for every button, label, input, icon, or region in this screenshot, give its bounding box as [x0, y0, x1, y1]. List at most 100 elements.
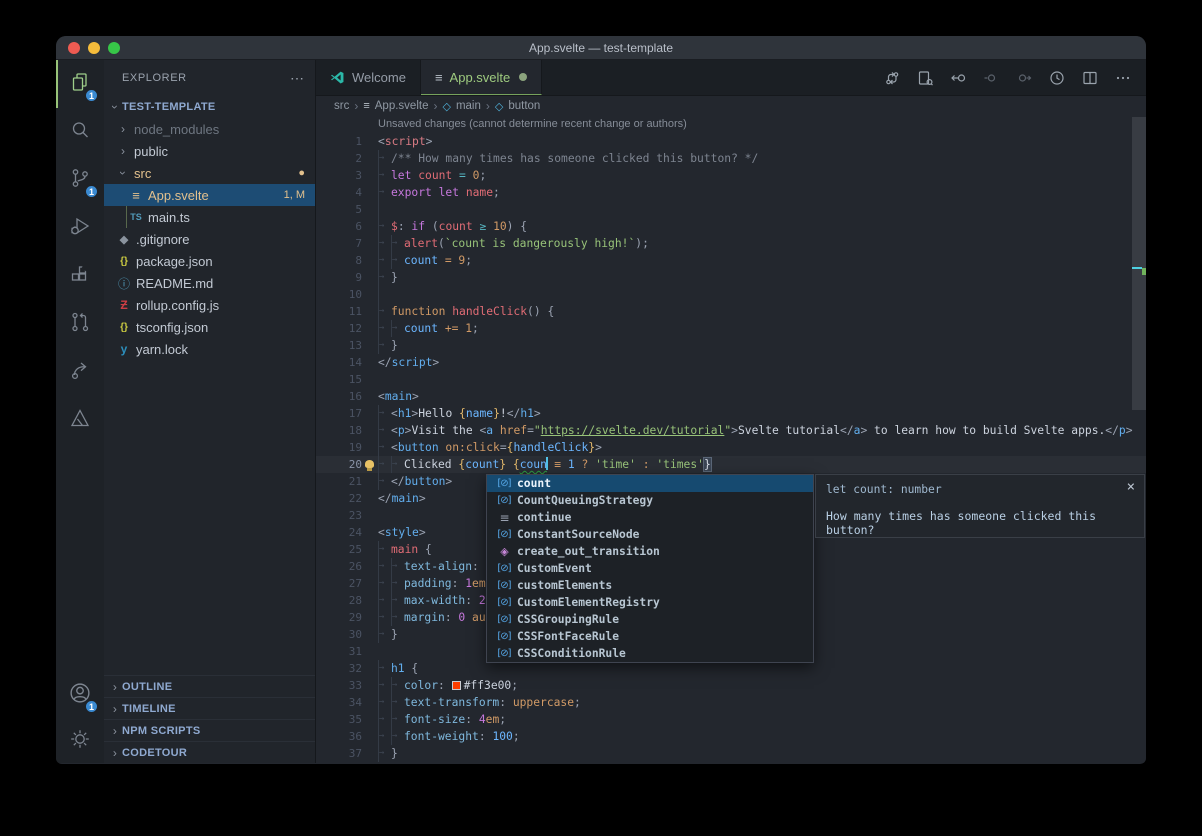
code-line-34[interactable]: 34→→text-transform: uppercase; — [316, 694, 1146, 711]
minimize-window-button[interactable] — [88, 42, 100, 54]
code-line-19[interactable]: 19→<button on:click={handleClick}> — [316, 439, 1146, 456]
settings-button[interactable] — [56, 719, 104, 763]
more-actions-icon[interactable]: ⋯ — [290, 70, 305, 87]
pull-request-icon — [68, 310, 92, 339]
code-text: →→text-transform: uppercase; — [378, 694, 581, 711]
tab-app-svelte[interactable]: ≡ App.svelte — [421, 60, 542, 95]
code-line-10[interactable]: 10 — [316, 286, 1146, 303]
code-line-3[interactable]: 3→let count = 0; — [316, 167, 1146, 184]
close-icon[interactable]: × — [1127, 479, 1135, 495]
breadcrumb-main[interactable]: main — [456, 100, 481, 112]
suggest-item-customelements[interactable]: [⊘]customElements — [487, 577, 813, 594]
suggest-item-customevent[interactable]: [⊘]CustomEvent — [487, 560, 813, 577]
code-line-6[interactable]: 6→$: if (count ≥ 10) { — [316, 218, 1146, 235]
suggest-item-countqueuingstrategy[interactable]: [⊘]CountQueuingStrategy — [487, 492, 813, 509]
tree-item-app-svelte[interactable]: ≡App.svelte1, M — [104, 184, 315, 206]
indent-guide: → — [378, 541, 391, 558]
breadcrumb-src[interactable]: src — [334, 100, 349, 112]
tree-item-tsconfig-json[interactable]: {}tsconfig.json — [104, 316, 315, 338]
code-line-16[interactable]: 16<main> — [316, 388, 1146, 405]
code-line-7[interactable]: 7→→alert(`count is dangerously high!`); — [316, 235, 1146, 252]
code-line-11[interactable]: 11→function handleClick() { — [316, 303, 1146, 320]
code-line-33[interactable]: 33→→color: #ff3e00; — [316, 677, 1146, 694]
activity-pull-requests-button[interactable] — [56, 300, 104, 348]
problems-git-badge: 1, M — [284, 189, 305, 201]
tree-item-src[interactable]: ›src● — [104, 162, 315, 184]
accounts-button[interactable]: 1 — [56, 671, 104, 719]
tree-item-node-modules[interactable]: ›node_modules — [104, 118, 315, 140]
line-number: 35 — [316, 711, 362, 728]
tree-item-readme-md[interactable]: ⓘREADME.md — [104, 272, 315, 294]
indent-guide — [378, 286, 391, 303]
tab-welcome[interactable]: Welcome — [316, 60, 421, 95]
tree-item--gitignore[interactable]: ◆.gitignore — [104, 228, 315, 250]
close-window-button[interactable] — [68, 42, 80, 54]
code-line-4[interactable]: 4→export let name; — [316, 184, 1146, 201]
navigate-back-icon[interactable] — [949, 69, 967, 87]
code-line-17[interactable]: 17→<h1>Hello {name}!</h1> — [316, 405, 1146, 422]
section-header-timeline[interactable]: ›TIMELINE — [104, 697, 315, 719]
suggest-item-constantsourcenode[interactable]: [⊘]ConstantSourceNode — [487, 526, 813, 543]
tree-item-rollup-config-js[interactable]: Ƶrollup.config.js — [104, 294, 315, 316]
activity-source-control-button[interactable]: 1 — [56, 156, 104, 204]
code-line-36[interactable]: 36→→font-weight: 100; — [316, 728, 1146, 745]
zoom-window-button[interactable] — [108, 42, 120, 54]
code-line-20[interactable]: 20→→Clicked {count} {coun ≡ 1 ? 'time' :… — [316, 456, 1146, 473]
activity-extensions-button[interactable] — [56, 252, 104, 300]
code-line-18[interactable]: 18→<p>Visit the <a href="https://svelte.… — [316, 422, 1146, 439]
open-changes-icon[interactable] — [916, 69, 934, 87]
line-number: 10 — [316, 286, 362, 303]
suggest-item-count[interactable]: [⊘]count — [487, 475, 813, 492]
suggest-item-cssgroupingrule[interactable]: [⊘]CSSGroupingRule — [487, 611, 813, 628]
suggest-item-label: create_out_transition — [517, 545, 660, 558]
section-header-outline[interactable]: ›OUTLINE — [104, 675, 315, 697]
suggest-item-cssfontfacerule[interactable]: [⊘]CSSFontFaceRule — [487, 628, 813, 645]
activity-azure-button[interactable] — [56, 396, 104, 444]
editor-scrollbar[interactable] — [1132, 117, 1146, 410]
activity-run-debug-button[interactable] — [56, 204, 104, 252]
section-header-test-template[interactable]: › TEST-TEMPLATE — [104, 96, 315, 118]
modified-dot: ● — [298, 167, 305, 179]
code-line-8[interactable]: 8→→count = 9; — [316, 252, 1146, 269]
editor-body[interactable]: Unsaved changes (cannot determine recent… — [316, 116, 1146, 763]
code-line-1[interactable]: 1<script> — [316, 133, 1146, 150]
section-header-npm-scripts[interactable]: ›NPM SCRIPTS — [104, 719, 315, 741]
previous-change-icon[interactable] — [982, 69, 1000, 87]
suggest-item-customelementregistry[interactable]: [⊘]CustomElementRegistry — [487, 594, 813, 611]
tree-item-main-ts[interactable]: TSmain.ts — [104, 206, 315, 228]
code-line-15[interactable]: 15 — [316, 371, 1146, 388]
suggest-item-continue[interactable]: ≡continue — [487, 509, 813, 526]
title-bar[interactable]: App.svelte — test-template — [56, 36, 1146, 60]
split-editor-icon[interactable] — [1081, 69, 1099, 87]
code-line-13[interactable]: 13→} — [316, 337, 1146, 354]
next-change-icon[interactable] — [1015, 69, 1033, 87]
code-text: <script> — [378, 133, 432, 150]
breadcrumb-button[interactable]: button — [508, 100, 540, 112]
code-line-35[interactable]: 35→→font-size: 4em; — [316, 711, 1146, 728]
file-history-icon[interactable] — [1048, 69, 1066, 87]
indent-guide: → — [378, 694, 391, 711]
tree-item-package-json[interactable]: {}package.json — [104, 250, 315, 272]
code-line-9[interactable]: 9→} — [316, 269, 1146, 286]
tree-item-yarn-lock[interactable]: yyarn.lock — [104, 338, 315, 360]
activity-explorer-button[interactable]: 1 — [56, 60, 104, 108]
activity-live-share-button[interactable] — [56, 348, 104, 396]
tree-item-public[interactable]: ›public — [104, 140, 315, 162]
code-line-5[interactable]: 5 — [316, 201, 1146, 218]
breadcrumb-app-svelte[interactable]: App.svelte — [375, 100, 429, 112]
compare-branch-icon[interactable] — [883, 69, 901, 87]
code-text — [378, 286, 391, 303]
activity-search-button[interactable] — [56, 108, 104, 156]
indent-guide: → — [391, 456, 404, 473]
code-line-2[interactable]: 2→/** How many times has someone clicked… — [316, 150, 1146, 167]
code-line-14[interactable]: 14</script> — [316, 354, 1146, 371]
more-actions-icon[interactable] — [1114, 69, 1132, 87]
section-header-codetour[interactable]: ›CODETOUR — [104, 741, 315, 763]
suggest-item-cssconditionrule[interactable]: [⊘]CSSConditionRule — [487, 645, 813, 662]
suggest-item-create_out_transition[interactable]: ◈create_out_transition — [487, 543, 813, 560]
line-number: 11 — [316, 303, 362, 320]
unsaved-changes-annotation: Unsaved changes (cannot determine recent… — [378, 116, 687, 133]
code-line-37[interactable]: 37→} — [316, 745, 1146, 762]
code-line-12[interactable]: 12→→count += 1; — [316, 320, 1146, 337]
lightbulb-icon[interactable] — [365, 460, 374, 468]
